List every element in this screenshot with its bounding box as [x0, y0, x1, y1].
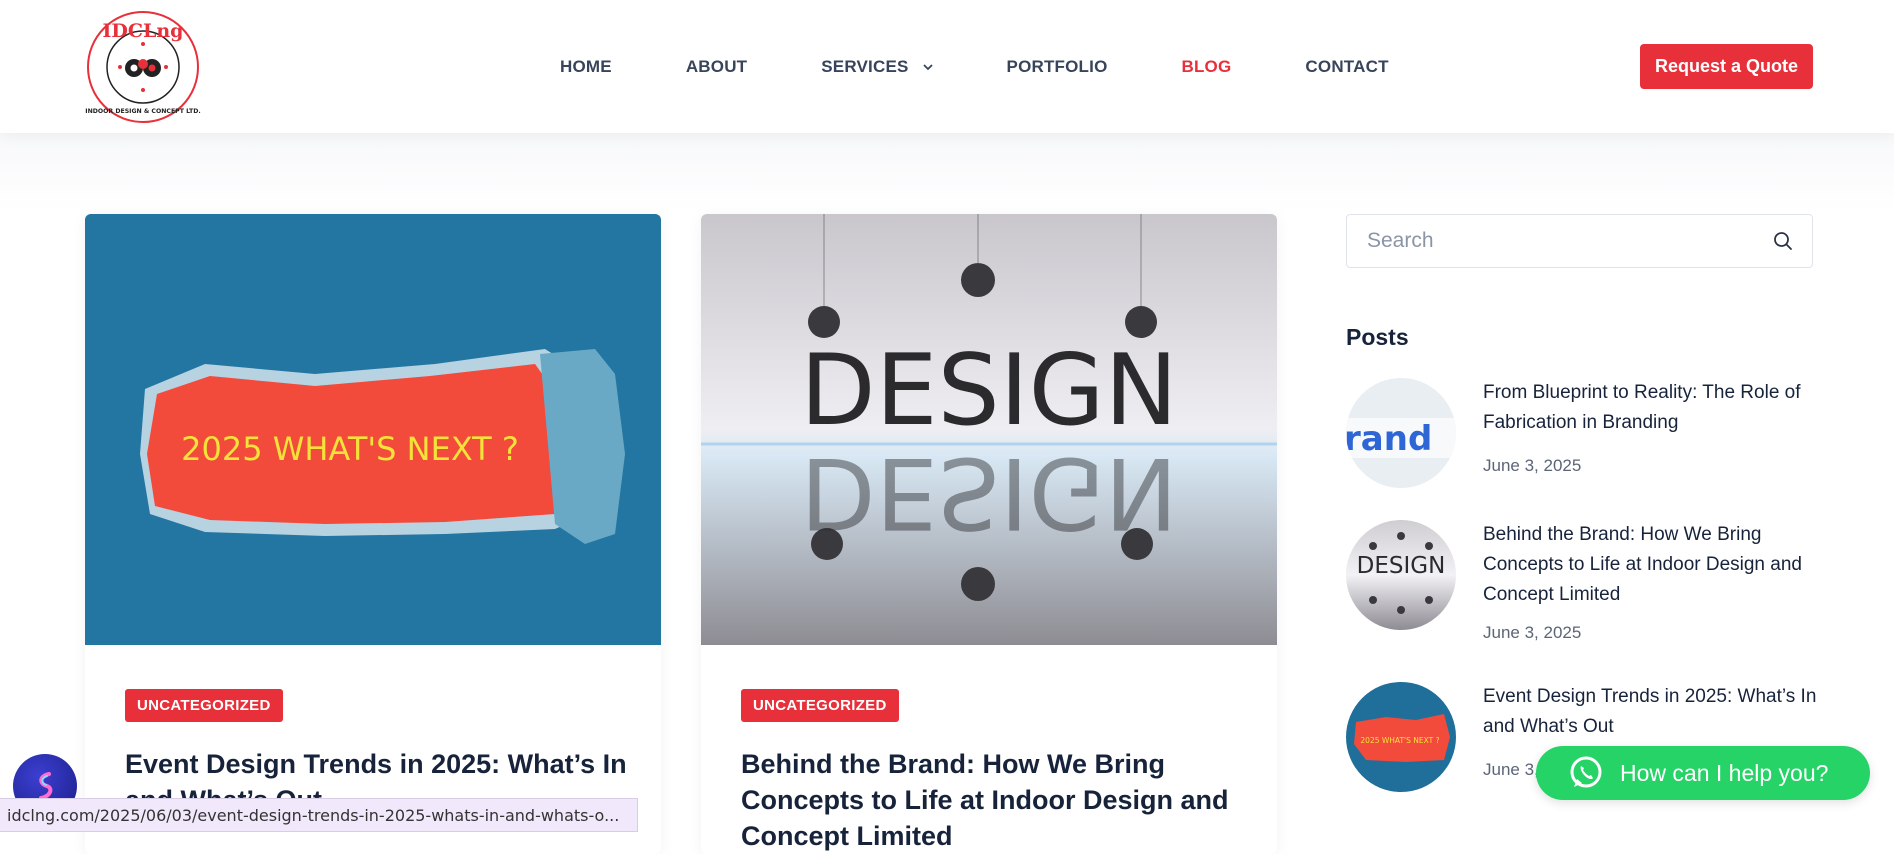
card-image[interactable]: DESIGN DESIGN: [701, 214, 1277, 645]
logo-ring-text: INDOOR DESIGN & CONCEPT LTD.: [85, 108, 200, 115]
card-image[interactable]: 2025 WHAT'S NEXT ?: [85, 214, 661, 645]
chevron-down-icon: [922, 63, 933, 70]
blog-card[interactable]: DESIGN DESIGN UNCATEGORIZED Behind the B…: [701, 214, 1277, 854]
header-divider-band: [0, 133, 1894, 213]
site-logo[interactable]: IDCLng INDOOR DESIGN & CONCEPT LTD.: [84, 10, 202, 124]
whatsapp-icon: [1570, 756, 1602, 788]
post-thumbnail[interactable]: DESIGN: [1346, 520, 1456, 630]
site-header: IDCLng INDOOR DESIGN & CONCEPT LTD. HOME…: [0, 0, 1894, 133]
svg-text:DESIGN: DESIGN: [1357, 553, 1446, 579]
whatsapp-help-button[interactable]: How can I help you?: [1536, 746, 1870, 800]
nav-home[interactable]: HOME: [560, 57, 612, 77]
blog-card[interactable]: 2025 WHAT'S NEXT ? UNCATEGORIZED Event D…: [85, 214, 661, 854]
card-title[interactable]: Behind the Brand: How We Bring Concepts …: [741, 746, 1251, 854]
nav-about[interactable]: ABOUT: [686, 57, 747, 77]
svg-text:2025 WHAT'S NEXT ?: 2025 WHAT'S NEXT ?: [1360, 736, 1439, 745]
browser-status-url: idclng.com/2025/06/03/event-design-trend…: [0, 798, 638, 832]
whatsapp-label: How can I help you?: [1620, 759, 1829, 786]
posts-heading: Posts: [1346, 324, 1409, 350]
post-thumbnail[interactable]: brand: [1346, 378, 1456, 488]
svg-text:brand: brand: [1346, 419, 1432, 459]
logo-wordmark: IDCLng: [103, 20, 184, 42]
nav-services[interactable]: SERVICES: [821, 57, 933, 77]
post-thumbnail[interactable]: 2025 WHAT'S NEXT ?: [1346, 682, 1456, 792]
card-image-caption: 2025 WHAT'S NEXT ?: [181, 430, 519, 468]
request-quote-button[interactable]: Request a Quote: [1640, 44, 1813, 89]
search-icon[interactable]: [1772, 230, 1794, 252]
search-input[interactable]: [1347, 215, 1747, 267]
card-image-caption: DESIGN: [800, 334, 1178, 448]
post-title[interactable]: From Blueprint to Reality: The Role of F…: [1483, 378, 1823, 438]
post-date: June 3, 2025: [1483, 623, 1582, 642]
nav-blog[interactable]: BLOG: [1182, 57, 1232, 77]
svg-text:DESIGN: DESIGN: [800, 435, 1178, 549]
post-title[interactable]: Event Design Trends in 2025: What’s In a…: [1483, 682, 1823, 742]
nav-portfolio[interactable]: PORTFOLIO: [1007, 57, 1108, 77]
nav-contact[interactable]: CONTACT: [1305, 57, 1388, 77]
post-date: June 3, 2025: [1483, 456, 1582, 475]
post-title[interactable]: Behind the Brand: How We Bring Concepts …: [1483, 520, 1823, 610]
main-nav: HOME ABOUT SERVICES PORTFOLIO BLOG CONTA…: [560, 0, 1463, 133]
logo-emblem-icon: IDCLng INDOOR DESIGN & CONCEPT LTD.: [85, 11, 201, 123]
category-badge[interactable]: UNCATEGORIZED: [125, 689, 283, 722]
search-box: [1346, 214, 1813, 268]
category-badge[interactable]: UNCATEGORIZED: [741, 689, 899, 722]
